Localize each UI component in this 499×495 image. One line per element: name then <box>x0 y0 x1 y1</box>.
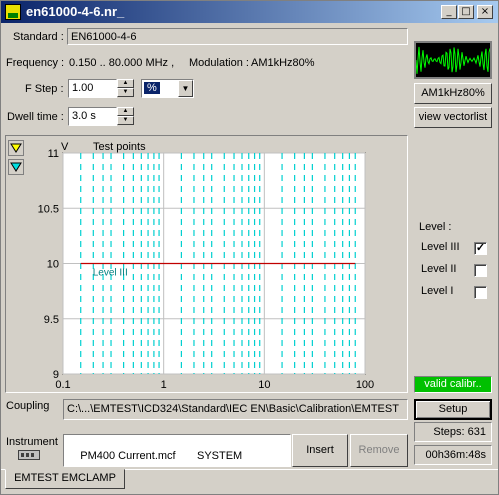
level-title: Level : <box>419 221 452 233</box>
y-tick-label: 10.5 <box>38 203 59 215</box>
steps-value: Steps: 631 <box>433 426 486 438</box>
tab-emtest-emclamp[interactable]: EMTEST EMCLAMP <box>5 469 125 489</box>
level-checkbox-1[interactable]: ✓ <box>474 242 487 255</box>
instrument-label: Instrument <box>6 436 58 448</box>
y-tick-label: 9.5 <box>44 314 59 326</box>
setup-button[interactable]: Setup <box>414 399 492 420</box>
instrument-text: PM400 Current.mcf SYSTEM <box>80 450 243 462</box>
level-label-3: Level I <box>421 285 454 297</box>
instrument-field[interactable]: PM400 Current.mcf SYSTEM <box>63 434 291 467</box>
level-checkbox-2[interactable] <box>474 264 487 277</box>
remove-button[interactable]: Remove <box>350 434 408 467</box>
insert-button[interactable]: Insert <box>292 434 348 467</box>
app-window: en61000-4-6.nr_ _ □ × Standard : EN61000… <box>0 0 499 495</box>
y-tick-label: 10 <box>47 259 59 271</box>
y-tick-label: 11 <box>48 148 59 160</box>
x-tick-label: 10 <box>258 379 270 391</box>
x-tick-label: 100 <box>356 379 374 391</box>
chart-title: Test points <box>93 141 146 153</box>
coupling-path-field: C:\...\EMTEST\ICD324\Standard\IEC EN\Bas… <box>63 399 408 420</box>
x-tick-label: 1 <box>161 379 167 391</box>
time-remaining: 00h36m:48s <box>414 445 492 465</box>
series-label: Level III <box>93 268 128 279</box>
coupling-path: C:\...\EMTEST\ICD324\Standard\IEC EN\Bas… <box>67 403 399 415</box>
valid-calibration-indicator: valid calibr.. <box>414 376 492 393</box>
steps-counter: Steps: 631 <box>414 422 492 442</box>
level-label-1: Level III <box>421 241 460 253</box>
level-checkbox-3[interactable] <box>474 286 487 299</box>
coupling-label: Coupling <box>6 400 50 412</box>
instrument-device-icon <box>18 450 40 460</box>
chart-ylabel: V <box>61 141 69 153</box>
time-value: 00h36m:48s <box>425 449 486 461</box>
x-tick-label: 0.1 <box>55 379 70 391</box>
level-label-2: Level II <box>421 263 457 275</box>
